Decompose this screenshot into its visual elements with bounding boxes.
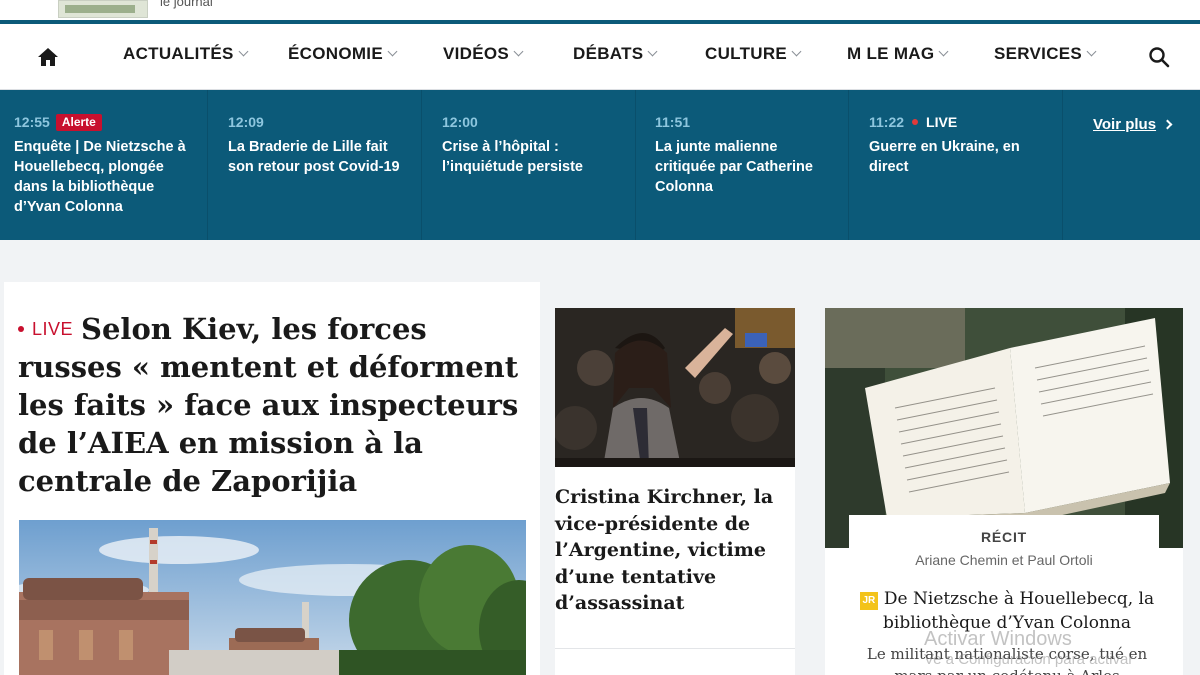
live-time: 12:00 bbox=[442, 114, 478, 130]
live-item[interactable]: 11:51 La junte malienne critiquée par Ca… bbox=[641, 90, 849, 240]
live-dot-icon bbox=[912, 119, 919, 125]
live-headline[interactable]: La junte malienne critiquée par Catherin… bbox=[655, 137, 834, 197]
lead-article: LIVE Selon Kiev, les forces russes « ment… bbox=[4, 282, 540, 675]
chevron-right-icon bbox=[1162, 119, 1173, 130]
chevron-down-icon bbox=[791, 46, 802, 57]
live-label: LIVE bbox=[18, 319, 73, 339]
live-headline[interactable]: La Braderie de Lille fait son retour pos… bbox=[228, 137, 407, 177]
nav-item-culture[interactable]: CULTURE bbox=[705, 44, 802, 64]
main-nav: ACTUALITÉS ÉCONOMIE VIDÉOS DÉBATS CULTUR… bbox=[0, 24, 1200, 90]
featured-article: RÉCIT Ariane Chemin et Paul Ortoli JR De … bbox=[825, 308, 1183, 675]
header-subtitle: le journal bbox=[160, 0, 213, 9]
secondary-headline[interactable]: Cristina Kirchner, la vice-présidente de… bbox=[555, 484, 789, 617]
newspaper-thumbnail[interactable] bbox=[58, 0, 148, 18]
main-content: LIVE Selon Kiev, les forces russes « ment… bbox=[0, 282, 1200, 675]
live-time: 12:55 bbox=[14, 114, 50, 130]
secondary-article: Cristina Kirchner, la vice-présidente de… bbox=[555, 308, 795, 675]
nav-item-m-le-mag[interactable]: M LE MAG bbox=[847, 44, 949, 64]
lead-headline[interactable]: LIVE Selon Kiev, les forces russes « ment… bbox=[18, 310, 528, 500]
chevron-down-icon bbox=[238, 46, 249, 57]
live-headline[interactable]: Enquête | De Nietzsche à Houellebecq, pl… bbox=[14, 137, 193, 217]
article-kicker: RÉCIT bbox=[981, 529, 1027, 545]
live-time: 12:09 bbox=[228, 114, 264, 130]
live-item[interactable]: 12:09 La Braderie de Lille fait son reto… bbox=[214, 90, 422, 240]
nav-item-videos[interactable]: VIDÉOS bbox=[443, 44, 524, 64]
see-more-link[interactable]: Voir plus bbox=[1093, 116, 1173, 133]
home-icon[interactable] bbox=[36, 46, 60, 68]
article-authors: Ariane Chemin et Paul Ortoli bbox=[915, 552, 1093, 568]
live-item[interactable]: 12:00 Crise à l’hôpital : l’inquiétude p… bbox=[428, 90, 636, 240]
alert-badge: Alerte bbox=[55, 114, 102, 131]
top-strip: le journal bbox=[0, 0, 1200, 20]
nav-item-services[interactable]: SERVICES bbox=[994, 44, 1097, 64]
nuclear-plant-photo[interactable] bbox=[19, 520, 526, 675]
live-indicator: LIVE bbox=[912, 114, 957, 130]
nav-item-debats[interactable]: DÉBATS bbox=[573, 44, 658, 64]
live-headline[interactable]: Guerre en Ukraine, en direct bbox=[869, 137, 1048, 177]
book-photo[interactable] bbox=[825, 308, 1183, 548]
nav-item-economie[interactable]: ÉCONOMIE bbox=[288, 44, 398, 64]
chevron-down-icon bbox=[647, 46, 658, 57]
live-item[interactable]: 12:55 Alerte Enquête | De Nietzsche à Hou… bbox=[0, 90, 208, 240]
live-time: 11:51 bbox=[655, 114, 691, 130]
live-item[interactable]: 11:22 LIVE Guerre en Ukraine, en direct bbox=[855, 90, 1063, 240]
crowd-photo[interactable] bbox=[555, 308, 795, 467]
chevron-down-icon bbox=[387, 46, 398, 57]
live-dot-icon bbox=[18, 326, 24, 332]
live-headline[interactable]: Crise à l’hôpital : l’inquiétude persist… bbox=[442, 137, 621, 177]
chevron-down-icon bbox=[513, 46, 524, 57]
subscriber-badge-icon: JR bbox=[859, 592, 878, 610]
live-news-bar: 12:55 Alerte Enquête | De Nietzsche à Hou… bbox=[0, 90, 1200, 240]
chevron-down-icon bbox=[938, 46, 949, 57]
search-icon[interactable] bbox=[1148, 46, 1170, 68]
windows-activation-watermark: Activar Windows Ve a Configuración para … bbox=[924, 628, 1134, 668]
divider bbox=[555, 648, 795, 649]
chevron-down-icon bbox=[1086, 46, 1097, 57]
nav-item-actualites[interactable]: ACTUALITÉS bbox=[123, 44, 249, 64]
live-time: 11:22 bbox=[869, 114, 905, 130]
